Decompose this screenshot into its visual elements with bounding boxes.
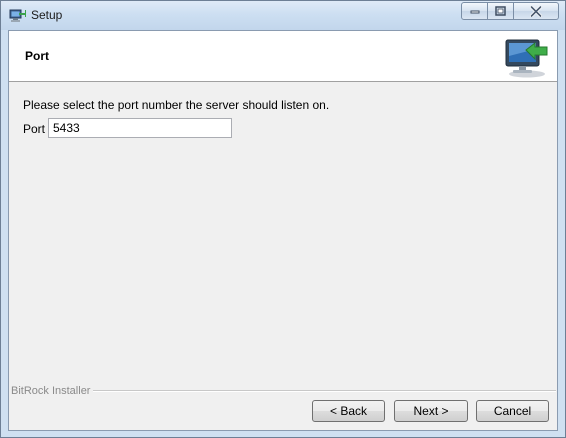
next-button[interactable]: Next >	[394, 400, 468, 422]
port-input[interactable]	[48, 118, 232, 138]
wizard-header: Port	[9, 31, 557, 82]
installer-brand: BitRock Installer	[11, 385, 91, 397]
computer-arrow-icon	[501, 36, 549, 78]
page-title: Port	[25, 49, 49, 63]
close-button[interactable]	[514, 2, 559, 20]
back-button[interactable]: < Back	[312, 400, 385, 422]
setup-icon	[9, 7, 26, 23]
setup-window: Setup Port Please select the port number…	[0, 0, 566, 438]
cancel-button[interactable]: Cancel	[476, 400, 549, 422]
close-icon	[530, 5, 542, 17]
title-bar[interactable]: Setup	[1, 1, 565, 30]
footer-divider	[93, 390, 556, 392]
minimize-button[interactable]	[461, 2, 488, 20]
minimize-icon	[470, 10, 479, 14]
maximize-button[interactable]	[488, 2, 514, 20]
wizard-page: Port Please select the port number the s…	[8, 30, 558, 431]
maximize-icon	[495, 6, 506, 16]
window-title: Setup	[31, 8, 63, 22]
instruction-text: Please select the port number the server…	[23, 98, 330, 112]
window-controls	[461, 2, 559, 21]
port-label: Port	[23, 122, 46, 136]
